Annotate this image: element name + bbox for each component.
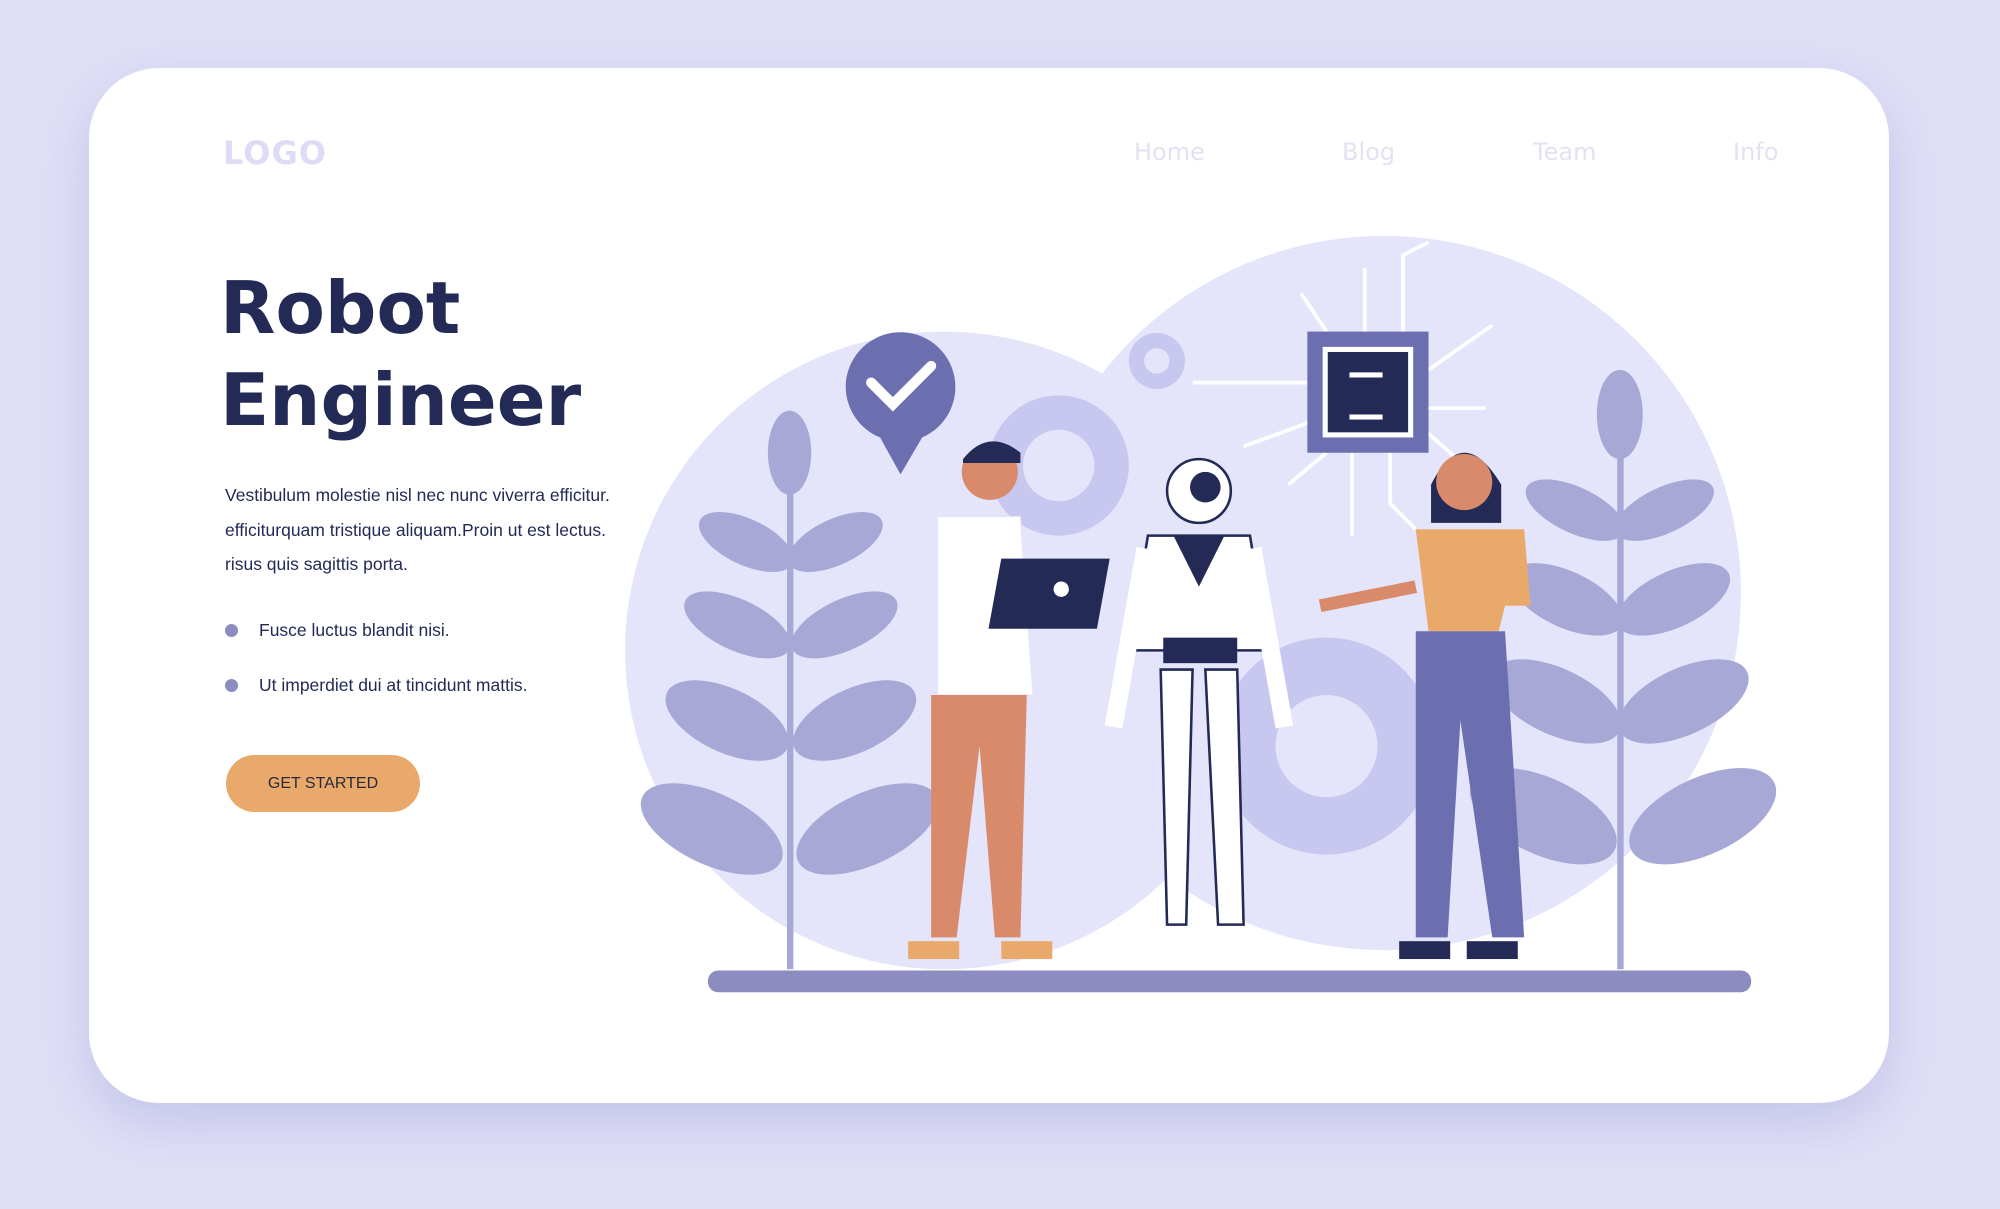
ground bbox=[707, 970, 1752, 993]
robot-engineer-illustration bbox=[625, 235, 1777, 993]
